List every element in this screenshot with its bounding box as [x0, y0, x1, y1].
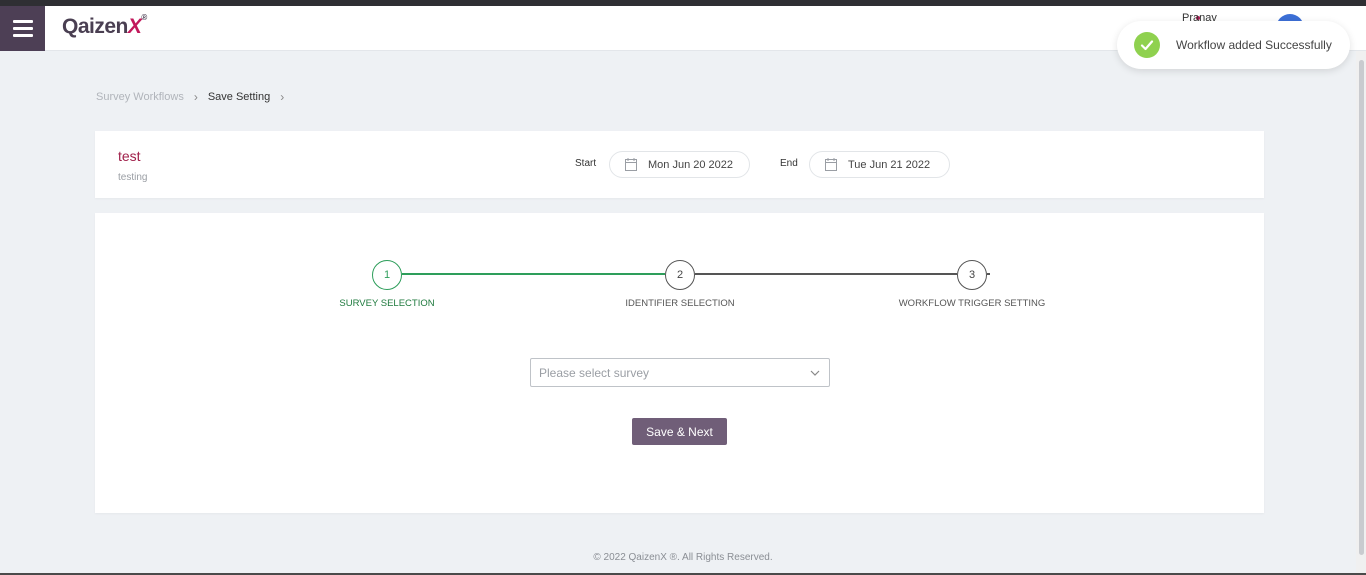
step-1-label: SURVEY SELECTION [339, 298, 435, 309]
end-date-picker[interactable]: Tue Jun 21 2022 [809, 151, 950, 178]
calendar-icon [625, 158, 637, 171]
workflow-info-card: test testing Start Mon Jun 20 2022 End T… [95, 131, 1264, 198]
breadcrumb-save-setting: Save Setting [207, 91, 271, 103]
survey-select[interactable]: Please select survey [530, 358, 830, 387]
hamburger-menu-icon[interactable] [0, 6, 45, 51]
step-3-label: WORKFLOW TRIGGER SETTING [898, 298, 1046, 309]
breadcrumb-separator: › [193, 90, 198, 104]
stepper-line-complete [402, 273, 665, 275]
check-circle-icon [1134, 32, 1160, 58]
breadcrumb-separator: › [280, 90, 285, 104]
chevron-down-icon [810, 370, 820, 376]
start-date-value: Mon Jun 20 2022 [648, 158, 734, 171]
success-toast: Workflow added Successfully [1117, 21, 1350, 69]
stepper-line [695, 273, 957, 275]
survey-select-placeholder: Please select survey [539, 365, 650, 380]
scrollbar-thumb[interactable] [1359, 60, 1364, 555]
save-next-button[interactable]: Save & Next [632, 418, 727, 445]
step-2-circle[interactable]: 2 [665, 260, 695, 290]
step-1-circle[interactable]: 1 [372, 260, 402, 290]
end-date-label: End [780, 158, 798, 169]
workflow-steps-card: 1 2 3 SURVEY SELECTION IDENTIFIER SELECT… [95, 213, 1264, 513]
step-3-circle[interactable]: 3 [957, 260, 987, 290]
calendar-icon [825, 158, 837, 171]
workflow-name: test [118, 148, 141, 164]
end-date-value: Tue Jun 21 2022 [848, 158, 931, 171]
step-2-label: IDENTIFIER SELECTION [625, 298, 735, 309]
stepper-line-tail [987, 273, 990, 275]
logo-x: X [127, 15, 142, 38]
logo[interactable]: QaizenX® [62, 13, 147, 39]
breadcrumb-survey-workflows[interactable]: Survey Workflows [96, 91, 184, 103]
start-date-label: Start [575, 158, 597, 169]
start-date-picker[interactable]: Mon Jun 20 2022 [609, 151, 750, 178]
workflow-description: testing [118, 172, 148, 183]
breadcrumb: Survey Workflows › Save Setting › [96, 90, 294, 104]
logo-text: Qaizen [62, 15, 128, 38]
toast-message: Workflow added Successfully [1176, 38, 1332, 52]
footer-copyright: © 2022 QaizenX ®. All Rights Reserved. [593, 552, 773, 563]
logo-reg: ® [141, 13, 147, 22]
